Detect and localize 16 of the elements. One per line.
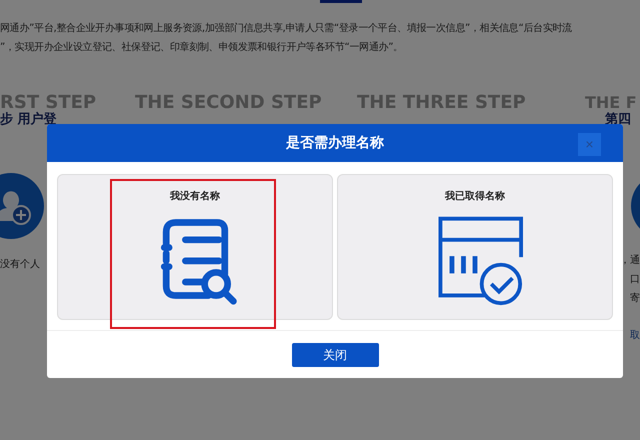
intro-text: ”，实现开办企业设立登记、社保登记、印章刻制、申领发票和银行开户等各环节“一网通办”。 (0, 40, 404, 55)
step-title: 步 用户登 (0, 112, 58, 127)
tab-indicator (320, 0, 362, 3)
option-label: 我已取得名称 (445, 190, 505, 203)
step-description: ，通 (620, 254, 640, 268)
close-button[interactable]: 关闭 (292, 343, 378, 367)
step-description: 取 (630, 329, 640, 343)
step-description: 寄 (630, 292, 640, 306)
step-title: 第四 (605, 112, 632, 127)
option-card[interactable]: 我没有名称 (57, 174, 333, 320)
step-description: 没有个人 (0, 258, 41, 271)
option-card[interactable]: 我已取得名称 (337, 174, 613, 320)
intro-text: 网通办”平台,整合企业开办事项和网上服务资源,加强部门信息共享,申请人只需“登录一个平台、填报一次信息”，相关信息“后台实时流 (0, 22, 573, 36)
step-description: 口 (630, 273, 640, 287)
option-label: 我没有名称 (170, 190, 220, 203)
modal-title: 是否需办理名称 (286, 134, 384, 152)
